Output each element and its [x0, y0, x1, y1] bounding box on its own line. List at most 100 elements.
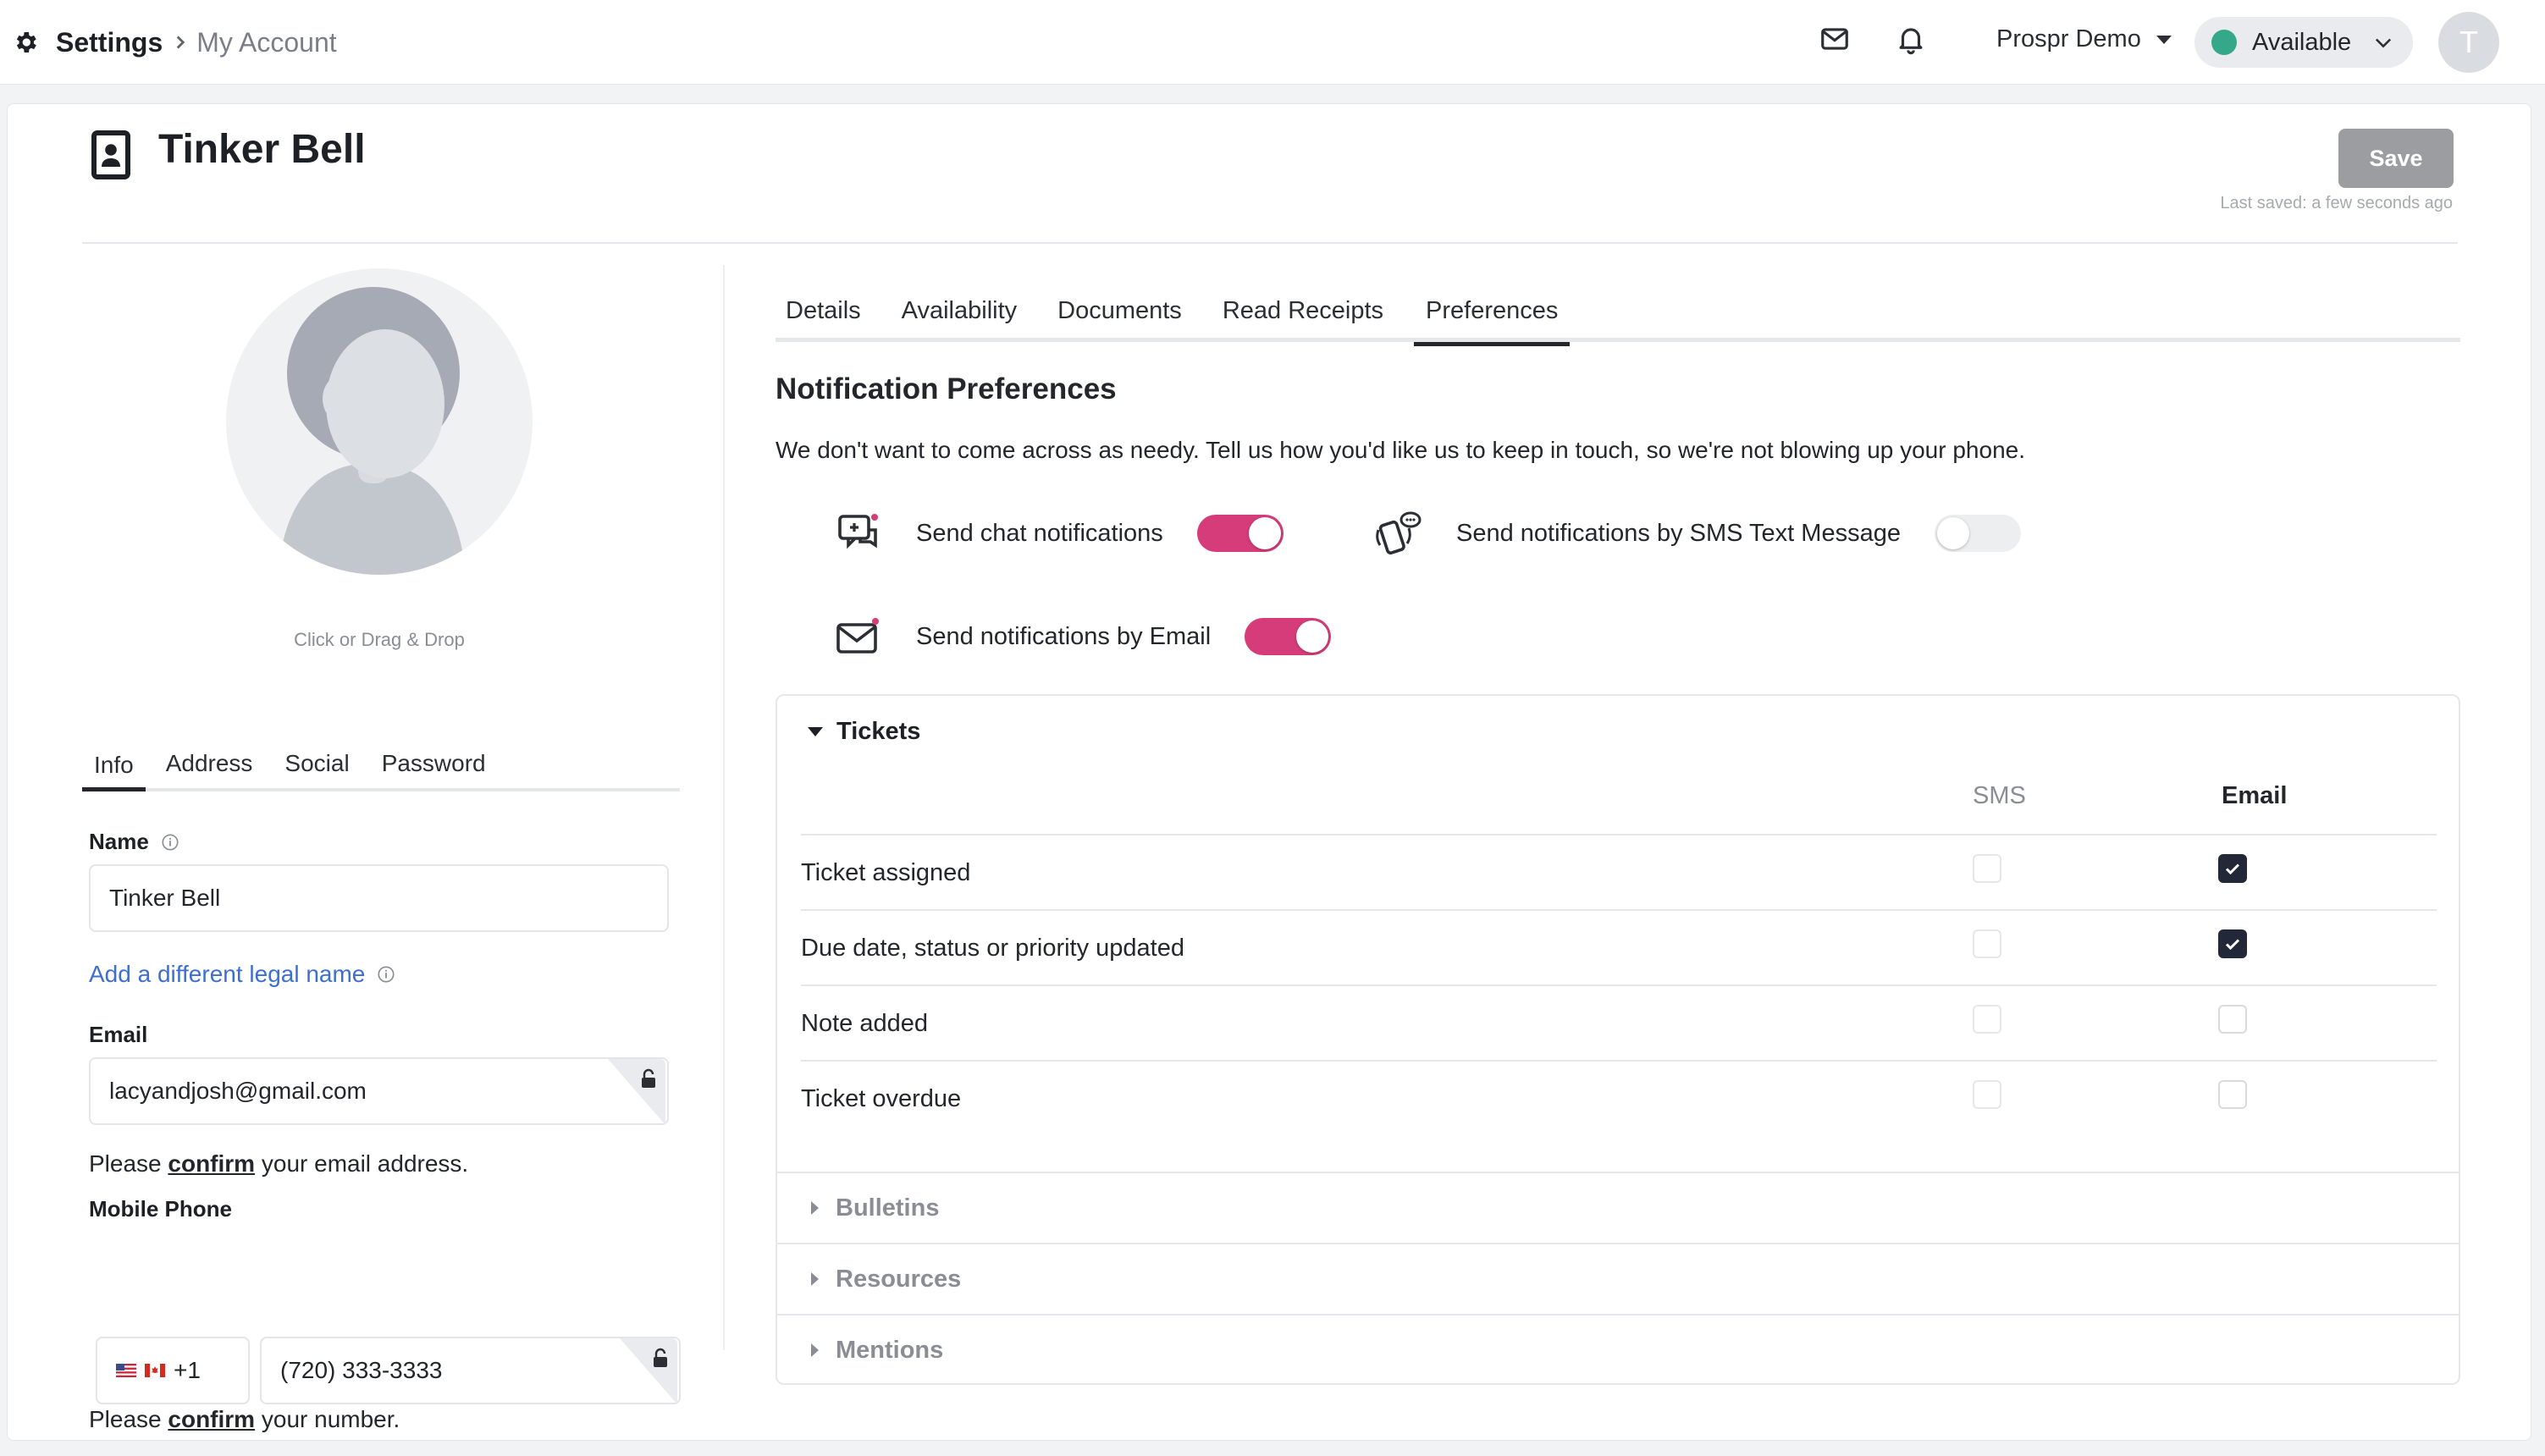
tab-read-receipts[interactable]: Read Receipts — [1212, 279, 1394, 342]
name-label-text: Name — [89, 829, 149, 854]
bulletins-label: Bulletins — [836, 1194, 940, 1222]
ticket-overdue-email-checkbox[interactable] — [2218, 1080, 2247, 1109]
account-tabs: Details Availability Documents Read Rece… — [776, 279, 2460, 346]
sms-notifications-row: Send notifications by SMS Text Message — [1375, 510, 2021, 557]
tickets-panel: Tickets SMS Email Ticket assigned Due da… — [776, 694, 2460, 1385]
phone-value: (720) 333-3333 — [280, 1357, 443, 1383]
ticket-assigned-email-checkbox[interactable] — [2218, 854, 2247, 883]
email-notifications-row: Send notifications by Email — [835, 613, 1332, 660]
info-icon[interactable] — [377, 965, 395, 984]
table-row: Ticket overdue — [801, 1060, 2437, 1135]
tab-availability[interactable]: Availability — [892, 279, 1027, 342]
confirm-phone-link[interactable]: confirm — [168, 1406, 255, 1432]
status-label: Available — [2252, 28, 2352, 56]
tickets-toggle[interactable]: Tickets — [808, 718, 920, 746]
mentions-label: Mentions — [836, 1336, 944, 1364]
tab-preferences[interactable]: Preferences — [1414, 279, 1571, 346]
bulletins-section[interactable]: Bulletins — [777, 1172, 2459, 1243]
notifications-button[interactable] — [1893, 21, 1929, 57]
legal-name-link[interactable]: Add a different legal name — [89, 961, 395, 988]
upload-hint: Click or Drag & Drop — [294, 629, 465, 650]
ticket-assigned-sms-checkbox[interactable] — [1973, 854, 2001, 883]
name-label: Name — [89, 829, 179, 855]
gear-icon[interactable] — [12, 29, 39, 56]
toggle-knob — [1936, 517, 1969, 549]
email-confirm-suffix: your email address. — [255, 1150, 469, 1177]
lock-icon[interactable] — [608, 1059, 667, 1127]
email-confirm-prefix: Please — [89, 1150, 168, 1177]
sms-notifications-toggle[interactable] — [1934, 515, 2021, 552]
org-name: Prospr Demo — [1996, 25, 2141, 52]
toggle-knob — [1296, 620, 1329, 653]
table-row: Ticket assigned — [801, 834, 2437, 909]
sms-notifications-label: Send notifications by SMS Text Message — [1456, 519, 1901, 547]
email-notifications-toggle[interactable] — [1245, 618, 1332, 655]
note-added-sms-checkbox[interactable] — [1973, 1005, 2001, 1034]
column-divider — [723, 265, 725, 1350]
tab-password[interactable]: Password — [370, 739, 498, 788]
us-flag-icon — [116, 1364, 136, 1377]
info-tabs: Info Address Social Password — [82, 739, 680, 791]
phone-label-text: Mobile Phone — [89, 1196, 232, 1222]
inbox-button[interactable] — [1817, 21, 1852, 57]
ticket-row-label: Ticket overdue — [801, 1085, 962, 1112]
status-dropdown[interactable]: Available — [2194, 17, 2413, 68]
caret-down-icon — [808, 727, 823, 736]
confirm-email-link[interactable]: confirm — [168, 1150, 255, 1177]
ticket-row-label: Due date, status or priority updated — [801, 935, 1184, 962]
tab-social[interactable]: Social — [273, 739, 361, 788]
email-confirm-text: Please confirm your email address. — [89, 1150, 468, 1177]
sms-column-header: SMS — [1973, 782, 2026, 809]
phone-confirm-prefix: Please — [89, 1406, 168, 1432]
phone-input[interactable]: (720) 333-3333 — [260, 1337, 681, 1404]
tickets-title: Tickets — [836, 718, 921, 745]
email-input[interactable]: lacyandjosh@gmail.com — [89, 1057, 669, 1125]
page-title: Tinker Bell — [158, 127, 366, 172]
resources-section[interactable]: Resources — [777, 1243, 2459, 1314]
canada-flag-icon — [145, 1364, 165, 1377]
checkmark-icon — [2225, 863, 2240, 875]
email-label: Email — [89, 1022, 147, 1048]
last-saved-text: Last saved: a few seconds ago — [2220, 194, 2453, 212]
lock-icon[interactable] — [620, 1338, 679, 1406]
bell-icon — [1899, 28, 1923, 55]
due-date-email-checkbox[interactable] — [2218, 929, 2247, 958]
top-bar: Settings My Account Prospr Demo Availabl… — [0, 0, 2545, 85]
info-icon[interactable] — [161, 833, 179, 852]
country-code: +1 — [174, 1357, 201, 1383]
resources-label: Resources — [836, 1265, 962, 1293]
notification-preferences-description: We don't want to come across as needy. T… — [776, 437, 2026, 463]
tab-address[interactable]: Address — [154, 739, 265, 788]
checkmark-icon — [2225, 939, 2240, 951]
chevron-down-icon — [2376, 38, 2392, 48]
email-column-header: Email — [2222, 782, 2288, 809]
name-input[interactable]: Tinker Bell — [89, 864, 669, 932]
breadcrumb: Settings My Account — [12, 0, 337, 85]
email-notification-icon — [836, 618, 879, 654]
toggle-knob — [1248, 517, 1281, 549]
mentions-section[interactable]: Mentions — [777, 1314, 2459, 1385]
chat-notifications-toggle[interactable] — [1196, 515, 1284, 552]
due-date-sms-checkbox[interactable] — [1973, 929, 2001, 958]
note-added-email-checkbox[interactable] — [2218, 1005, 2247, 1034]
org-switcher[interactable]: Prospr Demo — [1996, 25, 2172, 53]
tab-documents[interactable]: Documents — [1047, 279, 1192, 342]
caret-right-icon — [811, 1343, 819, 1357]
contact-card-icon — [91, 130, 130, 179]
tab-details[interactable]: Details — [776, 279, 871, 342]
ticket-overdue-sms-checkbox[interactable] — [1973, 1080, 2001, 1109]
email-value: lacyandjosh@gmail.com — [109, 1078, 367, 1104]
tab-info[interactable]: Info — [82, 739, 146, 791]
profile-photo-upload[interactable] — [226, 268, 533, 575]
country-code-select[interactable]: +1 — [96, 1337, 250, 1404]
phone-confirm-suffix: your number. — [255, 1406, 400, 1432]
header-divider — [82, 242, 2458, 244]
table-row: Due date, status or priority updated — [801, 909, 2437, 984]
user-avatar[interactable]: T — [2438, 12, 2499, 73]
email-label-text: Email — [89, 1022, 148, 1047]
caret-right-icon — [811, 1201, 819, 1215]
save-button[interactable]: Save — [2338, 129, 2454, 188]
caret-right-icon — [811, 1272, 819, 1286]
email-notifications-label: Send notifications by Email — [916, 622, 1212, 650]
breadcrumb-settings[interactable]: Settings — [56, 27, 163, 58]
